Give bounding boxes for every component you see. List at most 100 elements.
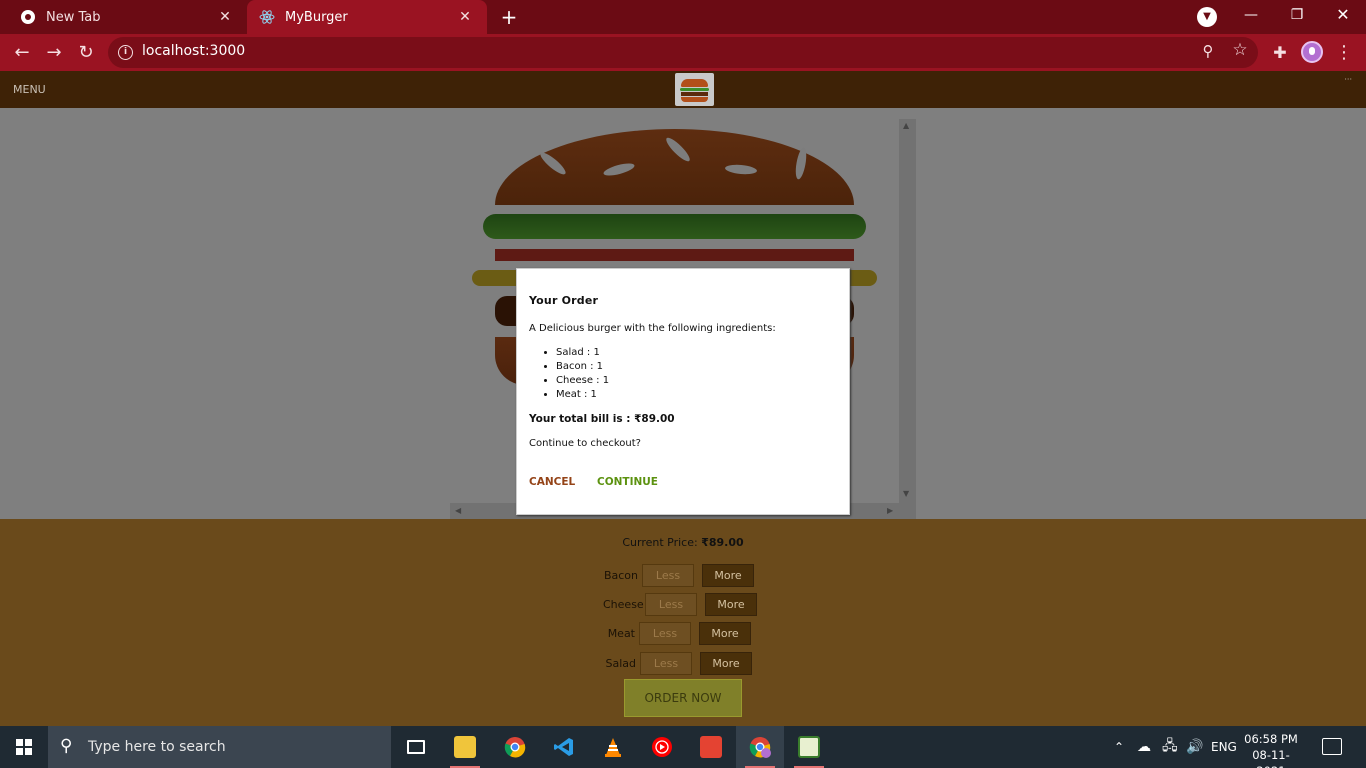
bread-top <box>495 129 854 205</box>
meat-less-button[interactable]: Less <box>639 622 691 645</box>
tab-new-tab[interactable]: New Tab ✕ <box>0 0 247 34</box>
extensions-icon[interactable]: ✚ <box>1268 41 1292 65</box>
modal-description: A Delicious burger with the following in… <box>529 323 776 334</box>
web-page: MENU ··· ▲ ▼ ◀ ▶ Current Price: ₹89.00 B… <box>0 71 1366 726</box>
close-tab-icon[interactable]: ✕ <box>217 9 233 25</box>
app-toolbar: MENU ··· <box>0 71 1366 108</box>
taskbar-search[interactable]: ⚲ Type here to search <box>48 726 391 768</box>
control-label: Salad <box>605 657 636 670</box>
build-control-salad: Salad Less More <box>598 652 752 675</box>
start-button[interactable] <box>0 726 48 768</box>
list-item: Salad : 1 <box>556 346 609 360</box>
clock-date: 08-11-2021 <box>1252 748 1290 768</box>
order-summary-modal: Your Order A Delicious burger with the f… <box>516 268 850 515</box>
price-value: ₹89.00 <box>701 536 744 549</box>
seed <box>602 161 636 178</box>
cheese-less-button[interactable]: Less <box>645 593 697 616</box>
more-menu-icon[interactable]: ⋮ <box>1332 41 1356 65</box>
url-text[interactable]: localhost:3000 <box>142 43 245 59</box>
search-placeholder: Type here to search <box>88 739 226 755</box>
control-label: Meat <box>607 627 635 640</box>
close-window-icon[interactable]: ✕ <box>1320 0 1366 32</box>
bacon-more-button[interactable]: More <box>702 564 754 587</box>
clock-time: 06:58 PM <box>1244 732 1298 746</box>
seed <box>793 146 809 181</box>
bookmark-star-icon[interactable]: ☆ <box>1230 40 1250 60</box>
react-icon <box>259 9 275 25</box>
price-label: Current Price: <box>622 536 698 549</box>
windows-icon <box>16 739 32 755</box>
seed <box>663 135 693 164</box>
continue-button[interactable]: CONTINUE <box>597 476 658 488</box>
reload-icon[interactable]: ↻ <box>74 41 98 65</box>
address-bar[interactable]: i localhost:3000 ⚲ ☆ <box>108 37 1258 68</box>
build-control-meat: Meat Less More <box>597 622 751 645</box>
order-now-button[interactable]: ORDER NOW <box>624 679 742 717</box>
scroll-down-icon[interactable]: ▼ <box>903 489 909 498</box>
chrome-icon <box>20 9 36 25</box>
todoist-icon[interactable] <box>687 726 735 768</box>
salad-more-button[interactable]: More <box>700 652 752 675</box>
seed <box>724 163 758 176</box>
back-icon[interactable]: ← <box>10 41 34 65</box>
build-control-bacon: Bacon Less More <box>600 564 754 587</box>
clock[interactable]: 06:58 PM 08-11-2021 <box>1240 731 1302 768</box>
file-explorer-icon[interactable] <box>441 726 489 768</box>
seed <box>537 149 569 178</box>
meat-more-button[interactable]: More <box>699 622 751 645</box>
new-tab-button[interactable]: + <box>498 6 520 28</box>
chrome-profile-taskbar-icon[interactable] <box>736 726 784 768</box>
scroll-left-icon[interactable]: ◀ <box>455 506 461 515</box>
control-label: Bacon <box>603 569 638 582</box>
burger-logo <box>675 73 714 106</box>
modal-title: Your Order <box>529 294 599 307</box>
control-label: Cheese <box>603 598 644 611</box>
menu-button[interactable]: MENU <box>13 83 46 96</box>
scroll-up-icon[interactable]: ▲ <box>903 121 909 130</box>
volume-icon[interactable]: 🔊 <box>1186 726 1203 768</box>
vertical-scrollbar[interactable]: ▲ ▼ <box>899 119 916 503</box>
network-icon[interactable]: 🖧 <box>1162 726 1178 768</box>
minimize-icon[interactable]: — <box>1228 0 1274 32</box>
tab-title: MyBurger <box>285 9 348 25</box>
forward-icon[interactable]: → <box>42 41 66 65</box>
notepad-chart-icon[interactable] <box>785 726 833 768</box>
tab-title: New Tab <box>46 9 101 25</box>
youtube-music-icon[interactable] <box>638 726 686 768</box>
scroll-right-icon[interactable]: ▶ <box>887 506 893 515</box>
onedrive-icon[interactable]: ☁ <box>1137 726 1151 768</box>
language-indicator[interactable]: ENG <box>1211 726 1237 768</box>
cheese-more-button[interactable]: More <box>705 593 757 616</box>
search-icon: ⚲ <box>60 736 73 756</box>
ingredient-list: Salad : 1 Bacon : 1 Cheese : 1 Meat : 1 <box>556 346 609 402</box>
checkout-question: Continue to checkout? <box>529 438 641 449</box>
total-bill: Your total bill is : ₹89.00 <box>529 413 675 425</box>
chrome-taskbar-icon[interactable] <box>491 726 539 768</box>
tab-myburger[interactable]: MyBurger ✕ <box>247 0 487 34</box>
task-view-icon[interactable] <box>392 726 440 768</box>
build-controls: Current Price: ₹89.00 Bacon Less More Ch… <box>0 519 1366 726</box>
build-control-cheese: Cheese Less More <box>603 593 757 616</box>
bacon-layer <box>495 249 854 261</box>
browser-tab-strip: New Tab ✕ MyBurger ✕ + ▼ — ❐ ✕ <box>0 0 1366 34</box>
vlc-icon[interactable] <box>589 726 637 768</box>
list-item: Meat : 1 <box>556 388 609 402</box>
zoom-icon[interactable]: ⚲ <box>1198 42 1218 62</box>
taskbar: ⚲ Type here to search ⌃ ☁ 🖧 🔊 ENG 06:58 … <box>0 726 1366 768</box>
show-hidden-icons[interactable]: ⌃ <box>1114 726 1124 768</box>
current-price: Current Price: ₹89.00 <box>0 536 1366 549</box>
bacon-less-button[interactable]: Less <box>642 564 694 587</box>
browser-toolbar: ← → ↻ i localhost:3000 ⚲ ☆ ✚ ⋮ <box>0 34 1366 71</box>
notifications-icon[interactable] <box>1322 738 1342 755</box>
vscode-icon[interactable] <box>540 726 588 768</box>
list-item: Bacon : 1 <box>556 360 609 374</box>
salad-less-button[interactable]: Less <box>640 652 692 675</box>
site-info-icon[interactable]: i <box>118 45 133 60</box>
list-item: Cheese : 1 <box>556 374 609 388</box>
restore-icon[interactable]: ❐ <box>1274 0 1320 32</box>
close-tab-icon[interactable]: ✕ <box>457 9 473 25</box>
profile-avatar[interactable] <box>1301 41 1323 63</box>
ellipsis-icon: ··· <box>1344 75 1352 84</box>
cancel-button[interactable]: CANCEL <box>529 476 575 488</box>
tab-search-icon[interactable]: ▼ <box>1197 7 1217 27</box>
